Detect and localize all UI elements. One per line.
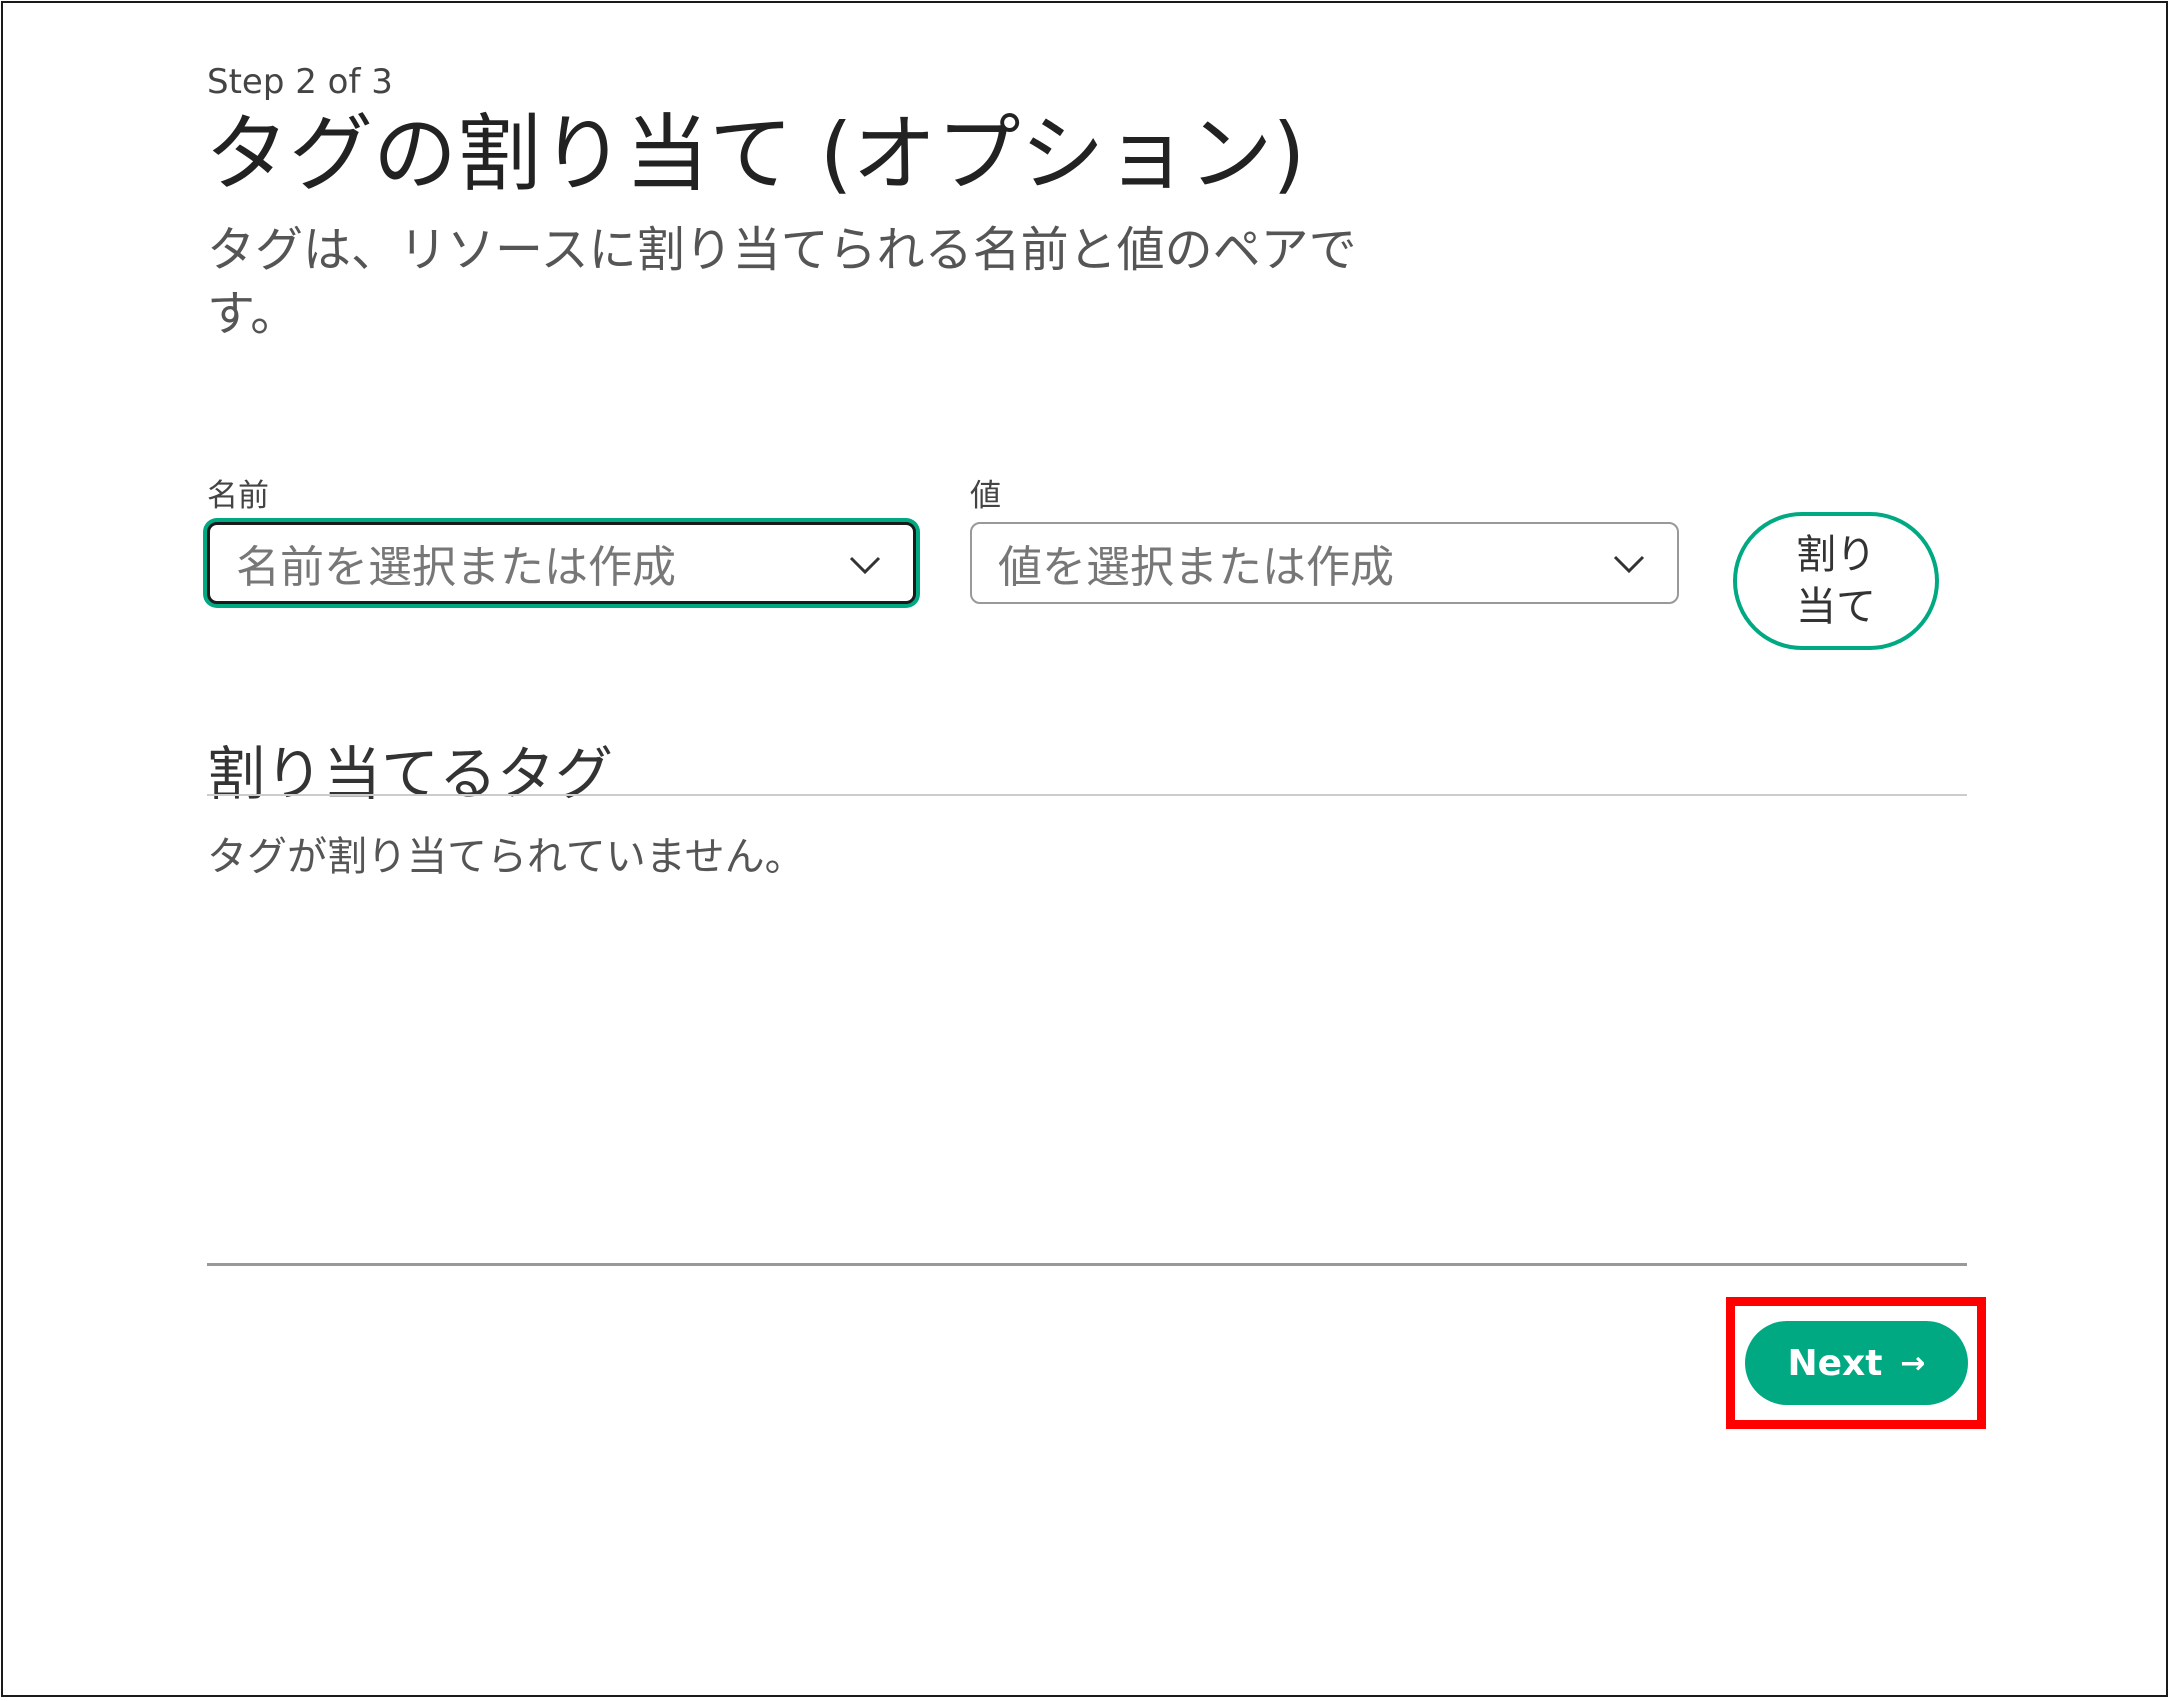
chevron-down-icon[interactable] [847,547,883,583]
next-button-label: Next [1787,1342,1883,1384]
value-select-placeholder: 値を選択または作成 [998,542,1394,593]
name-select-placeholder: 名前を選択または作成 [236,542,676,593]
assign-button[interactable]: 割り当て [1733,512,1939,650]
footer-divider [207,1263,1967,1266]
step-indicator: Step 2 of 3 [207,62,393,102]
page-description: タグは、リソースに割り当てられる名前と値のペアです。 [207,222,1357,342]
arrow-right-icon: → [1900,1345,1926,1381]
name-field-label: 名前 [207,478,269,514]
next-button[interactable]: Next → [1745,1321,1968,1405]
page-title: タグの割り当て (オプション) [205,105,1306,203]
empty-tags-message: タグが割り当てられていません。 [207,834,805,880]
assign-button-label: 割り当て [1796,533,1876,629]
value-field-label: 値 [970,478,1001,514]
name-select[interactable]: 名前を選択または作成 [207,522,916,604]
chevron-down-icon[interactable] [1611,546,1647,582]
assigned-tags-heading: 割り当てるタグ [207,740,614,808]
section-divider [207,794,1967,796]
value-select[interactable]: 値を選択または作成 [970,522,1679,604]
